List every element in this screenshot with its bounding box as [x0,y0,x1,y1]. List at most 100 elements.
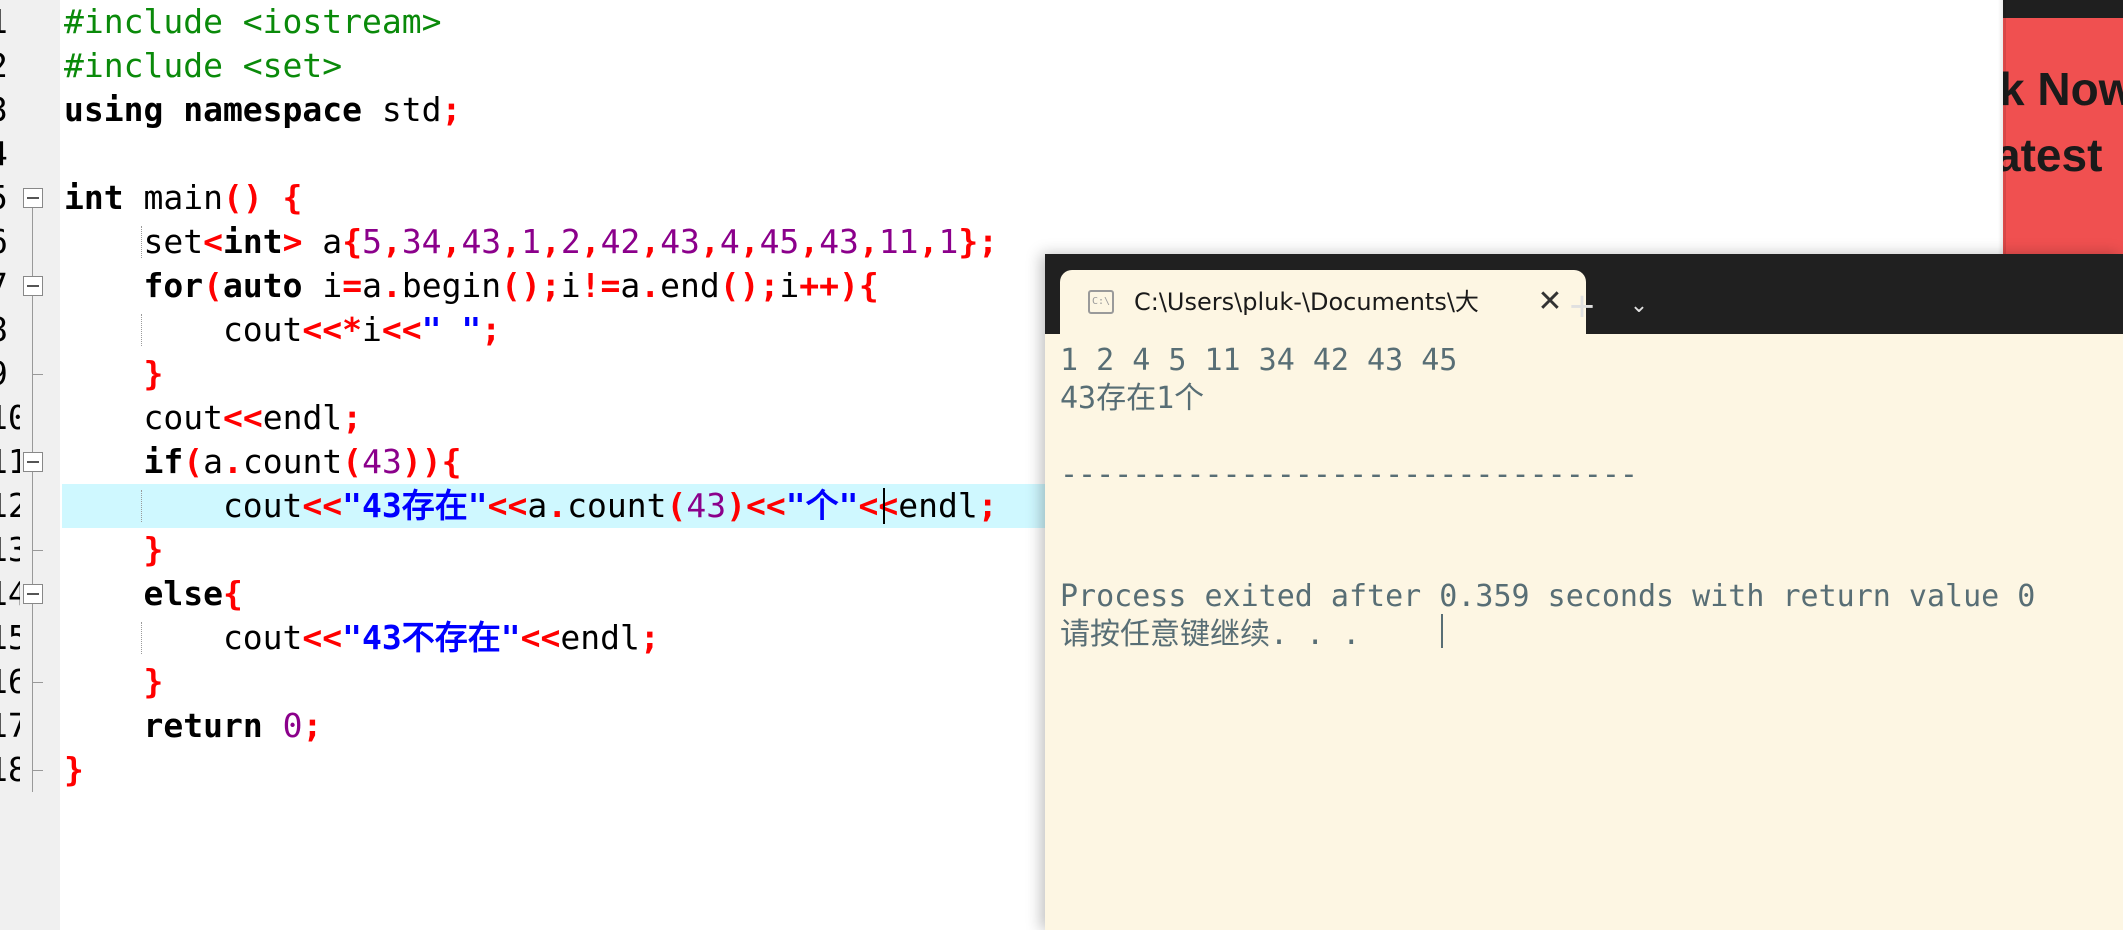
code-token: } [143,354,164,393]
code-token: main [123,178,223,217]
fold-toggle-icon[interactable] [23,452,43,472]
code-token: { [222,574,243,613]
code-token: ; [441,90,462,129]
code-token: , [699,222,720,261]
code-line[interactable]: if(a.count(43)){ [64,440,461,484]
code-line[interactable]: } [64,748,84,792]
chevron-down-icon[interactable]: ⌄ [1617,284,1661,328]
terminal-tab[interactable]: C:\ C:\Users\pluk-\Documents\大 ✕ [1060,270,1586,334]
code-token: i [362,310,382,349]
code-line[interactable]: set<int> a{5,34,43,1,2,42,43,4,45,43,11,… [64,220,998,264]
code-line[interactable]: cout<<endl; [64,396,362,440]
code-token: a [203,442,223,481]
output-line: Process exited after 0.359 seconds with … [1060,579,2036,614]
thumbnail-shadow [1998,0,2006,260]
code-token: i [302,266,343,305]
code-token: #include <iostream> [64,2,442,41]
output-line: -------------------------------- [1060,457,1638,492]
code-line[interactable]: cout<<"43存在"<<a.count(43)<<"个"<<endl; [64,484,998,528]
code-line[interactable]: using namespace std; [64,88,461,132]
code-line[interactable]: return 0; [64,704,322,748]
code-token: endl [560,618,640,657]
code-token: 1 [938,222,959,261]
code-token: ( [342,442,363,481]
code-token: #include <set> [64,46,343,85]
code-line[interactable]: cout<<"43不存在"<<endl; [64,616,660,660]
code-token: > [282,222,303,261]
code-token: << [381,310,422,349]
terminal-window[interactable]: C:\ C:\Users\pluk-\Documents\大 ✕ + ⌄ 1 2… [1045,254,2123,930]
text-caret [883,488,885,524]
code-line[interactable]: } [64,528,163,572]
line-number: 12 [0,486,20,525]
code-token: ; [639,618,660,657]
new-tab-button[interactable]: + [1557,284,1607,328]
code-token: << [520,618,561,657]
terminal-titlebar[interactable]: C:\ C:\Users\pluk-\Documents\大 ✕ + ⌄ [1045,254,2123,334]
code-token: count [242,442,343,481]
code-editor[interactable]: 123456789101112131415161718 #include <io… [0,0,1060,930]
code-line[interactable]: #include <iostream> [64,0,442,44]
fold-end-tick [32,550,43,551]
code-token: << [302,618,343,657]
fold-toggle-icon[interactable] [23,188,43,208]
code-token: ; [481,310,502,349]
code-token: 1 [521,222,541,261]
code-token: ( [203,266,223,305]
code-token: cout [64,486,303,525]
code-token: i [560,266,581,305]
code-token: count [567,486,667,525]
code-line[interactable]: for(auto i=a.begin();i!=a.end();i++){ [64,264,879,308]
output-line: 请按任意键继续. . . [1060,617,1361,652]
code-token: 43 [819,222,859,261]
code-token: if [143,442,184,481]
code-line[interactable]: else{ [64,572,243,616]
code-token: "43不存在" [342,618,521,657]
line-number: 4 [0,132,20,176]
line-number: 6 [0,220,20,264]
code-token: ++){ [799,266,879,305]
code-token: a [362,266,382,305]
code-token: ( [666,486,687,525]
fold-toggle-icon[interactable] [23,584,43,604]
code-token: , [640,222,661,261]
code-token: 43 [660,222,700,261]
code-token: << [858,486,899,525]
code-token: 34 [401,222,442,261]
code-line[interactable]: int main() { [64,176,302,220]
fold-toggle-icon[interactable] [23,276,43,296]
code-token: , [580,222,601,261]
code-token: set [64,222,204,261]
code-token: . [547,486,568,525]
code-token: 4 [719,222,740,261]
output-line: 1 2 4 5 11 34 42 43 45 [1060,343,1458,378]
code-token: cout [64,398,223,437]
code-token: . [381,266,402,305]
code-token: , [918,222,939,261]
code-token: cout [64,310,303,349]
code-token: } [143,662,164,701]
code-line[interactable]: } [64,660,163,704]
line-number: 11 [0,442,20,481]
code-token: << [222,398,263,437]
terminal-cursor [1441,614,1443,648]
code-token: auto [222,266,303,305]
code-line[interactable]: } [64,352,163,396]
fold-end-tick [32,682,43,683]
code-line[interactable]: cout<<*i<<" "; [64,308,501,352]
code-line[interactable]: #include <set> [64,44,342,88]
thumbnail-text-line-1: k Now [2003,63,2123,115]
code-token: 43 [461,222,502,261]
code-token: return [143,706,263,745]
line-number: 1 [0,0,20,44]
code-token: using namespace [64,90,363,129]
terminal-output[interactable]: 1 2 4 5 11 34 42 43 45 43存在1个 ----------… [1045,334,2123,930]
code-token: . [222,442,243,481]
code-token: a [620,266,641,305]
